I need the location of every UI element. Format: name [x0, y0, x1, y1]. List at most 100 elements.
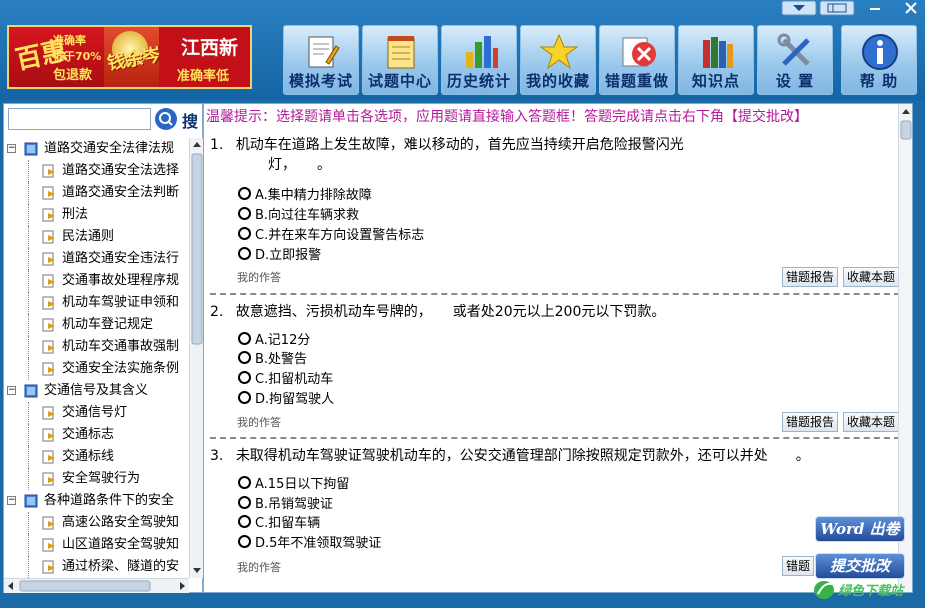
- question-2: 2. 故意遮挡、污损机动车号牌的， 或者处20元以上200元以下罚款。: [210, 302, 665, 322]
- star-icon: [539, 33, 579, 70]
- report-error-button[interactable]: 错题报告: [782, 412, 839, 432]
- my-answer-label: 我的作答: [237, 271, 281, 284]
- option-2c[interactable]: C.扣留机动车: [238, 370, 333, 390]
- radio-icon[interactable]: [238, 351, 251, 364]
- radio-icon[interactable]: [238, 535, 251, 548]
- word-export-button[interactable]: Word 出卷: [815, 516, 905, 542]
- tree-item-label: 刑法: [62, 207, 89, 222]
- tree-item-label: 山区道路安全驾驶知: [62, 537, 180, 552]
- option-3c[interactable]: C.扣留车辆: [238, 514, 320, 534]
- search-input[interactable]: [8, 108, 151, 130]
- collapse-toggle-icon[interactable]: −: [7, 144, 16, 153]
- ad-banner[interactable]: 百惠 准确率 低于70% 包退款 钱余岑 江西新 准确率低: [7, 25, 252, 89]
- radio-icon[interactable]: [238, 332, 251, 345]
- category-pane: 搜 − 道路交通安全法律法规 道路交通安全法选择 道路交通安全法判断 刑法 民法通则 道路交…: [3, 103, 204, 593]
- knowledge-label: 知识点: [691, 72, 740, 90]
- watermark-text: 绿色下载站: [838, 584, 904, 599]
- option-1b[interactable]: B.向过往车辆求救: [238, 206, 359, 226]
- option-1d[interactable]: D.立即报警: [238, 246, 321, 266]
- notepad-icon: [387, 36, 415, 69]
- option-label: B.吊销驾驶证: [255, 497, 334, 512]
- document-arrow-icon: [42, 450, 56, 464]
- tree-vertical-scrollbar[interactable]: [189, 138, 204, 578]
- radio-icon[interactable]: [238, 247, 251, 260]
- document-arrow-icon: [42, 362, 56, 376]
- report-error-button[interactable]: 错题报告: [782, 267, 839, 287]
- radio-icon[interactable]: [238, 187, 251, 200]
- option-3b[interactable]: B.吊销驾驶证: [238, 495, 333, 515]
- tree-line: [28, 556, 41, 578]
- tree-line: [28, 446, 41, 468]
- option-1c[interactable]: C.并在来车方向设置警告标志: [238, 226, 424, 246]
- minimize-dropdown-icon[interactable]: [781, 0, 817, 16]
- radio-icon[interactable]: [238, 476, 251, 489]
- question-divider: [210, 437, 910, 439]
- option-2d[interactable]: D.拘留驾驶人: [238, 390, 334, 410]
- question-center-label: 试题中心: [367, 72, 432, 90]
- tree-horizontal-scrollbar[interactable]: [4, 578, 189, 593]
- tree-line: [28, 314, 41, 336]
- radio-icon[interactable]: [238, 371, 251, 384]
- question-text: 未取得机动车驾驶证驾驶机动车的，公安交通管理部门除按照规定罚款外，还可以并处 。: [235, 448, 810, 464]
- option-3a[interactable]: A.15日以下拘留: [238, 475, 349, 495]
- compact-mode-icon[interactable]: [819, 0, 855, 16]
- collapse-toggle-icon[interactable]: −: [7, 386, 16, 395]
- option-label: D.5年不准领取驾驶证: [255, 536, 382, 551]
- tree-item-label: 安全驾驶行为: [62, 471, 141, 486]
- search-button[interactable]: 搜: [182, 108, 198, 132]
- tree-item-label: 交通事故处理程序规: [62, 273, 180, 288]
- document-arrow-icon: [42, 516, 56, 530]
- redo-mistakes-button[interactable]: 错题重做: [599, 25, 675, 95]
- bar-chart-icon: [466, 36, 498, 68]
- tree-item-label: 道路交通安全法选择: [62, 163, 180, 178]
- banner-accuracy-value: 低于70%: [53, 50, 102, 63]
- tree-line: [28, 468, 41, 490]
- tree-line: [28, 204, 41, 226]
- close-icon[interactable]: [900, 0, 922, 16]
- question-number: 1.: [210, 137, 224, 153]
- option-2a[interactable]: A.记12分: [238, 331, 310, 351]
- document-arrow-icon: [42, 164, 56, 178]
- option-1a[interactable]: A.集中精力排除故障: [238, 186, 372, 206]
- tree-line: [28, 182, 41, 204]
- option-label: A.记12分: [255, 333, 311, 348]
- favorite-button[interactable]: 收藏本题: [843, 267, 900, 287]
- tree-line: [28, 270, 41, 292]
- my-favorites-button[interactable]: 我的收藏: [520, 25, 596, 95]
- question-number: 3.: [210, 448, 224, 464]
- settings-label: 设 置: [775, 72, 815, 90]
- question-center-button[interactable]: 试题中心: [362, 25, 438, 95]
- help-label: 帮 助: [859, 72, 899, 90]
- collapse-toggle-icon[interactable]: −: [7, 496, 16, 505]
- tree-item-label: 机动车登记规定: [62, 317, 154, 332]
- help-button[interactable]: 帮 助: [841, 25, 917, 95]
- option-2b[interactable]: B.处警告: [238, 350, 307, 370]
- document-arrow-icon: [42, 296, 56, 310]
- document-arrow-icon: [42, 538, 56, 552]
- category-tree: − 道路交通安全法律法规 道路交通安全法选择 道路交通安全法判断 刑法 民法通则 道路交通安…: [4, 138, 188, 578]
- mock-exam-button[interactable]: 模拟考试: [283, 25, 359, 95]
- my-answer-label: 我的作答: [237, 416, 281, 429]
- option-3d[interactable]: D.5年不准领取驾驶证: [238, 534, 381, 554]
- favorite-button[interactable]: 收藏本题: [843, 412, 900, 432]
- history-stats-button[interactable]: 历史统计: [441, 25, 517, 95]
- tip-text: 温馨提示：选择题请单击各选项，应用题请直接输入答题框！答题完成请点击右下角【提交…: [206, 109, 808, 125]
- radio-icon[interactable]: [238, 207, 251, 220]
- question-text-cont: 灯， 。: [268, 157, 331, 173]
- knowledge-button[interactable]: 知识点: [678, 25, 754, 95]
- radio-icon[interactable]: [238, 391, 251, 404]
- banner-right-title: 江西新: [181, 37, 239, 59]
- tree-item-label: 民法通则: [62, 229, 115, 244]
- option-label: C.扣留车辆: [255, 516, 321, 531]
- minimize-icon[interactable]: [864, 0, 886, 16]
- radio-icon[interactable]: [238, 227, 251, 240]
- settings-button[interactable]: 设 置: [757, 25, 833, 95]
- radio-icon[interactable]: [238, 515, 251, 528]
- tree-category-label: 各种道路条件下的安全: [44, 493, 175, 508]
- search-icon[interactable]: [154, 107, 178, 131]
- document-arrow-icon: [42, 274, 56, 288]
- document-arrow-icon: [42, 208, 56, 222]
- radio-icon[interactable]: [238, 496, 251, 509]
- books-icon: [703, 37, 733, 68]
- report-error-button[interactable]: 错题: [782, 556, 815, 576]
